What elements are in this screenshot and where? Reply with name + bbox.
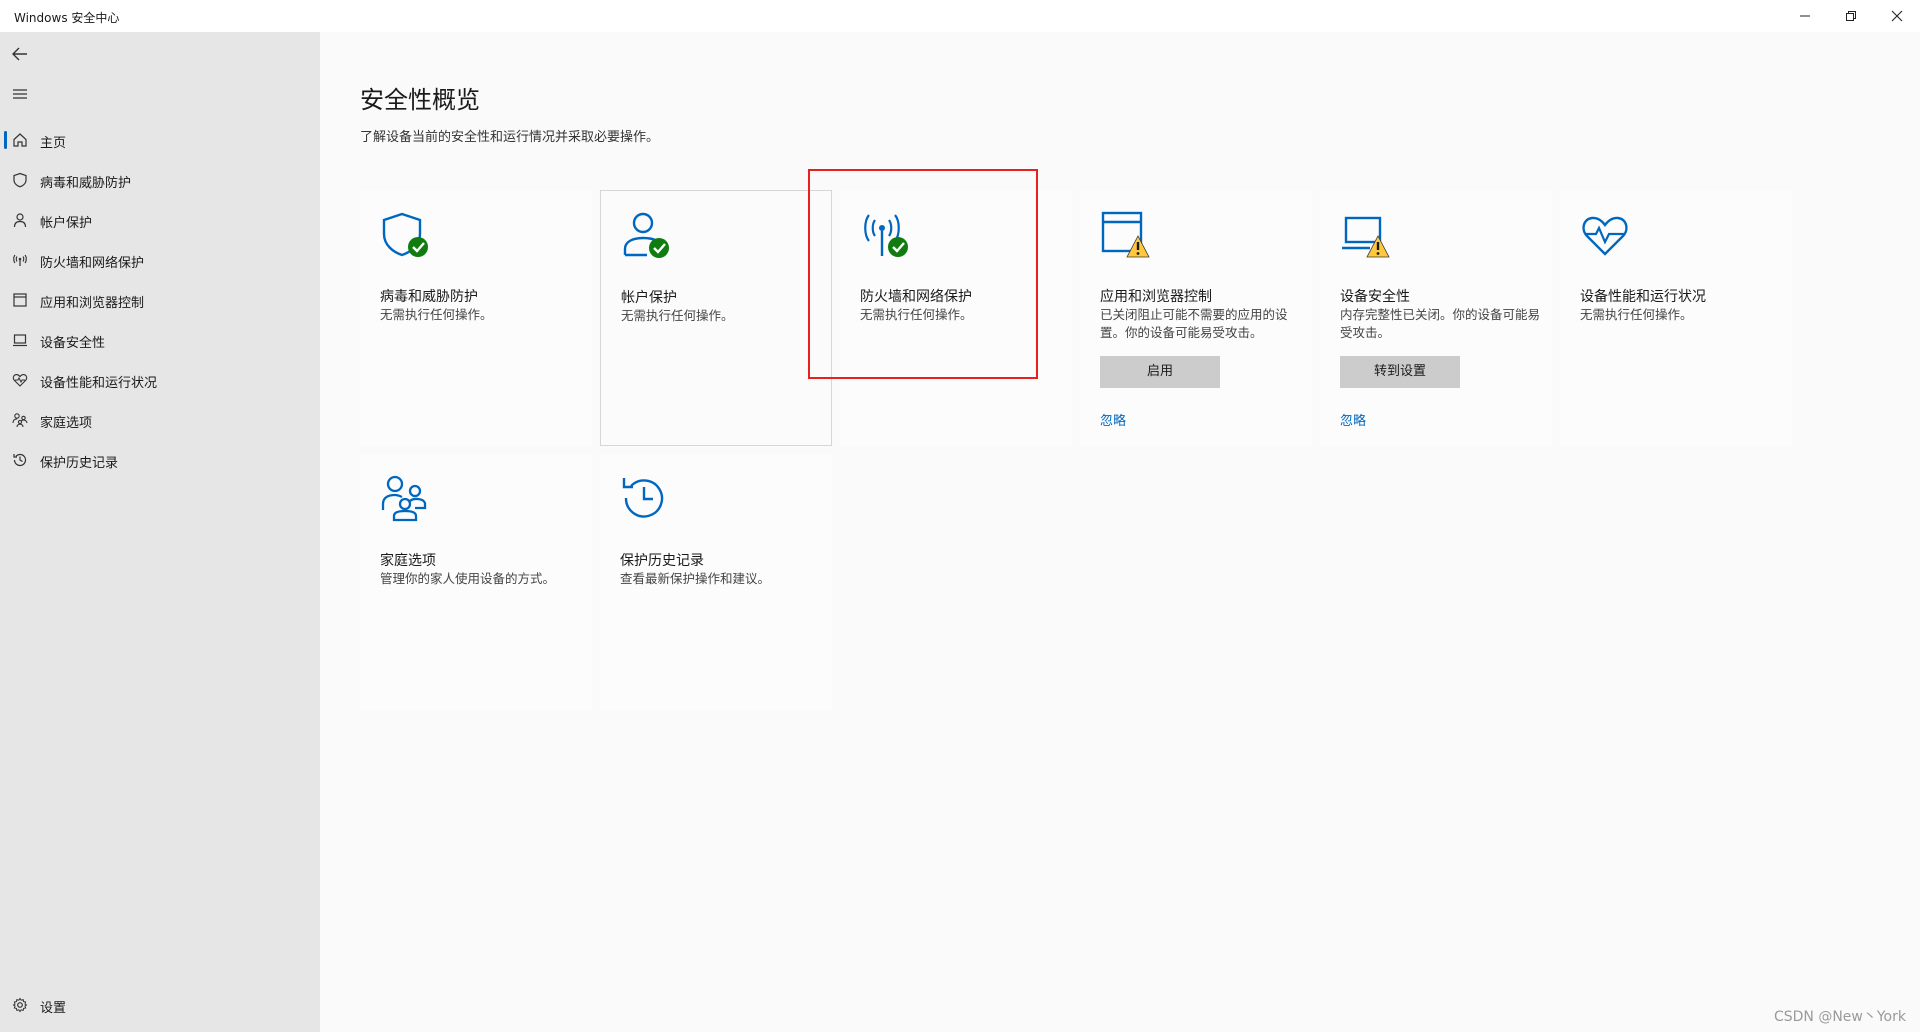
card-account-protection[interactable]: 帐户保护 无需执行任何操作。 bbox=[600, 190, 832, 446]
app-title: Windows 安全中心 bbox=[14, 11, 120, 25]
back-arrow-icon bbox=[12, 47, 27, 61]
card-description: 无需执行任何操作。 bbox=[380, 307, 493, 322]
person-icon bbox=[13, 213, 27, 228]
app-window-warning-icon bbox=[1101, 211, 1150, 258]
person-check-icon bbox=[623, 212, 669, 258]
sidebar-item-label: 设备安全性 bbox=[40, 336, 106, 351]
sidebar-item-label: 家庭选项 bbox=[40, 416, 93, 431]
watermark: CSDN @New丶York bbox=[1773, 1009, 1906, 1025]
sidebar-item-family-options[interactable]: 家庭选项 bbox=[0, 402, 320, 438]
card-device-performance-health[interactable]: 设备性能和运行状况 无需执行任何操作。 bbox=[1560, 190, 1792, 446]
restore-icon bbox=[1846, 11, 1856, 21]
antenna-icon bbox=[13, 254, 27, 266]
card-description: 无需执行任何操作。 bbox=[1580, 307, 1693, 322]
app-window-icon bbox=[13, 293, 27, 307]
ignore-link[interactable]: 忽略 bbox=[1340, 410, 1366, 429]
card-title: 设备性能和运行状况 bbox=[1580, 289, 1706, 305]
enable-button[interactable]: 启用 bbox=[1100, 356, 1220, 388]
card-title: 家庭选项 bbox=[380, 553, 436, 569]
card-title: 设备安全性 bbox=[1340, 289, 1410, 305]
sidebar-item-label: 病毒和威胁防护 bbox=[40, 176, 132, 191]
shield-icon bbox=[13, 172, 27, 188]
card-app-browser-control[interactable]: 应用和浏览器控制 已关闭阻止可能不需要的应用的设置。你的设备可能易受攻击。 启用… bbox=[1080, 190, 1312, 446]
card-description: 查看最新保护操作和建议。 bbox=[620, 571, 771, 586]
sidebar-item-device-security[interactable]: 设备安全性 bbox=[0, 322, 320, 358]
laptop-icon bbox=[13, 334, 27, 347]
card-device-security[interactable]: 设备安全性 内存完整性已关闭。你的设备可能易受攻击。 转到设置 忽略 bbox=[1320, 190, 1552, 446]
sidebar-item-settings[interactable]: 设置 bbox=[0, 987, 320, 1023]
card-description: 已关闭阻止可能不需要的应用的设置。你的设备可能易受攻击。 bbox=[1100, 307, 1288, 340]
hamburger-menu-icon bbox=[13, 89, 27, 99]
sidebar: 主页 病毒和威胁防护 帐户保护 防火墙和网络保护 应用和浏览器控制 设备安全性 … bbox=[0, 32, 320, 1032]
sidebar-item-label: 应用和浏览器控制 bbox=[40, 296, 145, 311]
annotation-highlight-box bbox=[808, 169, 1038, 379]
sidebar-item-label: 设置 bbox=[40, 1001, 67, 1016]
home-icon bbox=[13, 133, 27, 147]
card-description: 内存完整性已关闭。你的设备可能易受攻击。 bbox=[1340, 307, 1541, 340]
sidebar-item-app-browser-control[interactable]: 应用和浏览器控制 bbox=[0, 282, 320, 318]
main-content: 安全性概览 了解设备当前的安全性和运行情况并采取必要操作。 病毒和威胁防护 无需… bbox=[320, 32, 1920, 1032]
card-title: 帐户保护 bbox=[621, 290, 677, 306]
sidebar-item-account-protection[interactable]: 帐户保护 bbox=[0, 202, 320, 238]
card-family-options[interactable]: 家庭选项 管理你的家人使用设备的方式。 bbox=[360, 454, 592, 710]
gear-icon bbox=[12, 997, 28, 1013]
sidebar-item-home[interactable]: 主页 bbox=[0, 122, 320, 158]
laptop-warning-icon bbox=[1342, 216, 1390, 258]
sidebar-item-label: 帐户保护 bbox=[40, 216, 93, 231]
heart-pulse-icon bbox=[1582, 216, 1628, 256]
family-icon bbox=[381, 475, 427, 522]
close-button[interactable] bbox=[1874, 0, 1920, 32]
sidebar-item-label: 设备性能和运行状况 bbox=[40, 376, 158, 391]
minimize-button[interactable] bbox=[1782, 0, 1828, 32]
heart-pulse-icon bbox=[12, 374, 28, 387]
card-title: 病毒和威胁防护 bbox=[380, 289, 478, 305]
sidebar-item-device-performance[interactable]: 设备性能和运行状况 bbox=[0, 362, 320, 398]
ignore-link[interactable]: 忽略 bbox=[1100, 410, 1126, 429]
history-icon bbox=[622, 478, 664, 518]
card-title: 保护历史记录 bbox=[620, 553, 704, 569]
page-subtitle: 了解设备当前的安全性和运行情况并采取必要操作。 bbox=[360, 130, 660, 145]
minimize-icon bbox=[1800, 15, 1810, 17]
close-icon bbox=[1891, 10, 1903, 22]
menu-button[interactable] bbox=[8, 82, 32, 106]
family-icon bbox=[12, 413, 28, 428]
card-protection-history[interactable]: 保护历史记录 查看最新保护操作和建议。 bbox=[600, 454, 832, 710]
card-description: 管理你的家人使用设备的方式。 bbox=[380, 571, 556, 586]
sidebar-item-firewall[interactable]: 防火墙和网络保护 bbox=[0, 242, 320, 278]
back-button[interactable] bbox=[8, 42, 32, 66]
history-icon bbox=[13, 453, 27, 467]
sidebar-item-label: 防火墙和网络保护 bbox=[40, 256, 145, 271]
sidebar-item-protection-history[interactable]: 保护历史记录 bbox=[0, 442, 320, 478]
title-bar: Windows 安全中心 bbox=[0, 0, 1920, 32]
sidebar-item-label: 保护历史记录 bbox=[40, 456, 119, 471]
sidebar-item-label: 主页 bbox=[40, 136, 67, 151]
page-title: 安全性概览 bbox=[360, 86, 480, 114]
go-to-settings-button[interactable]: 转到设置 bbox=[1340, 356, 1460, 388]
card-description: 无需执行任何操作。 bbox=[621, 308, 734, 323]
sidebar-item-virus-protection[interactable]: 病毒和威胁防护 bbox=[0, 162, 320, 198]
restore-button[interactable] bbox=[1828, 0, 1874, 32]
card-title: 应用和浏览器控制 bbox=[1100, 289, 1212, 305]
shield-check-icon bbox=[382, 212, 428, 257]
card-virus-threat-protection[interactable]: 病毒和威胁防护 无需执行任何操作。 bbox=[360, 190, 592, 446]
